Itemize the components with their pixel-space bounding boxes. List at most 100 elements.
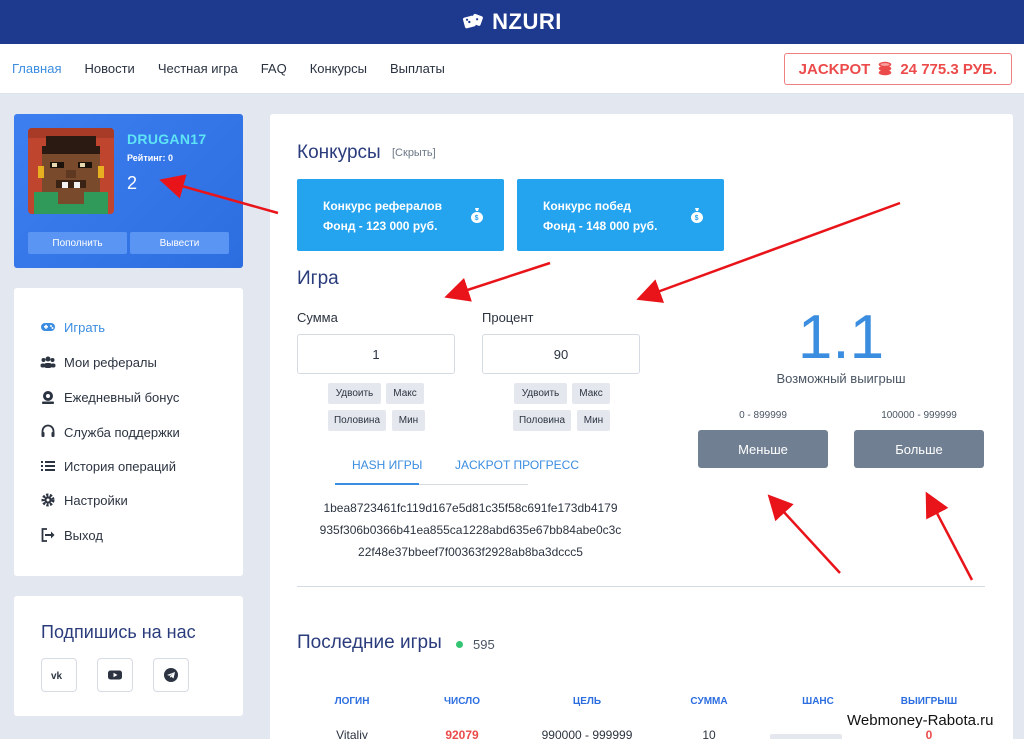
percent-max-chip[interactable]: Макс <box>572 383 610 404</box>
money-bag-icon: $ <box>471 208 483 223</box>
menu-item-label: Мои рефералы <box>64 354 157 370</box>
social-title: Подпишись на нас <box>41 622 196 642</box>
contests-title: Конкурсы <box>297 142 381 163</box>
percent-half-chip[interactable]: Половина <box>513 410 571 431</box>
logout-icon <box>41 528 55 542</box>
headset-icon <box>41 424 55 437</box>
pixel-avatar-icon <box>28 128 114 214</box>
row-target: 990000 - 999999 <box>541 728 633 739</box>
nav-item-news[interactable]: Новости <box>84 61 134 76</box>
sum-input[interactable] <box>297 334 455 374</box>
sum-double-chip[interactable]: Удвоить <box>328 383 381 404</box>
hash-line: 22f48e37bbeef7f00363f2928ab8ba3dccc5 <box>358 545 583 559</box>
tab-hash[interactable]: HASH ИГРЫ <box>352 458 422 472</box>
win-multiplier: 1.1 <box>797 303 885 372</box>
svg-text:$: $ <box>475 215 479 222</box>
more-range: 100000 - 999999 <box>881 410 957 421</box>
nav-item-payouts[interactable]: Выплаты <box>390 61 445 76</box>
menu-item-support[interactable]: Служба поддержки <box>40 424 180 440</box>
telegram-icon <box>164 668 178 682</box>
avatar[interactable] <box>28 128 114 214</box>
svg-text:$: $ <box>695 215 699 222</box>
referral-contest-tile[interactable]: Конкурс рефералов Фонд - 123 000 руб. $ <box>297 179 504 251</box>
vk-icon: vk <box>51 671 63 682</box>
sum-min-chip[interactable]: Мин <box>392 410 425 431</box>
menu-item-history[interactable]: История операций <box>40 458 176 474</box>
game-hash: 1bea8723461fc119d167e5d81c35f58c691fe173… <box>298 497 643 563</box>
vk-button[interactable]: vk <box>41 658 77 692</box>
column-target: ЦЕЛЬ <box>572 696 602 707</box>
section-divider <box>297 586 985 587</box>
row-sum: 10 <box>702 728 716 739</box>
list-icon <box>41 461 55 471</box>
hide-contests-link[interactable]: [Скрыть] <box>392 147 436 159</box>
game-title: Игра <box>297 268 339 289</box>
menu-item-referrals[interactable]: Мои рефералы <box>40 354 157 370</box>
watermark: Webmoney-Rabota.ru <box>843 712 998 729</box>
top-header: NZURI <box>0 0 1024 44</box>
possible-win-label: Возможный выигрыш <box>776 371 906 386</box>
menu-item-label: Играть <box>64 319 105 335</box>
jackpot-label: JACKPOT <box>798 60 871 78</box>
svg-text:vk: vk <box>51 671 63 682</box>
nav-item-home[interactable]: Главная <box>12 61 61 76</box>
bet-more-button[interactable]: Больше <box>854 430 984 468</box>
main-panel: Конкурсы [Скрыть] Конкурс рефералов Фонд… <box>270 114 1013 739</box>
youtube-icon <box>108 670 122 680</box>
menu-item-label: Выход <box>64 527 103 543</box>
deposit-button[interactable]: Пополнить <box>28 232 127 254</box>
row-chance-bar <box>770 734 842 739</box>
column-chance: ШАНС <box>802 696 834 707</box>
money-bag-icon: $ <box>691 208 703 223</box>
menu-item-label: Настройки <box>64 492 128 508</box>
recent-games-title: Последние игры <box>297 632 442 653</box>
sum-half-chip[interactable]: Половина <box>328 410 386 431</box>
column-sum: СУММА <box>690 696 728 707</box>
jackpot-badge[interactable]: JACKPOT 24 775.3 РУБ. <box>783 53 1012 85</box>
menu-item-daily-bonus[interactable]: Ежедневный бонус <box>40 389 179 405</box>
menu-item-label: История операций <box>64 458 176 474</box>
nav-item-faq[interactable]: FAQ <box>261 61 287 76</box>
column-number: ЧИСЛО <box>444 696 480 707</box>
menu-item-settings[interactable]: Настройки <box>40 492 128 508</box>
user-balance: 2 <box>127 173 138 193</box>
gear-icon <box>41 493 55 507</box>
bet-less-button[interactable]: Меньше <box>698 430 828 468</box>
row-win: 0 <box>925 728 933 739</box>
dice-icon <box>463 13 484 29</box>
tab-jackpot-progress[interactable]: JACKPOT ПРОГРЕСС <box>455 458 579 472</box>
percent-double-chip[interactable]: Удвоить <box>514 383 567 404</box>
youtube-button[interactable] <box>97 658 133 692</box>
bonus-icon <box>42 391 54 404</box>
main-nav: Главная Новости Честная игра FAQ Конкурс… <box>0 44 1024 94</box>
coins-icon <box>879 61 892 76</box>
social-card: Подпишись на нас vk <box>14 596 243 716</box>
username[interactable]: DRUGAN17 <box>127 131 206 147</box>
hash-line: 935f306b0366b41ea855ca1228abd635e67bb84a… <box>319 523 622 537</box>
brand-logo[interactable]: NZURI <box>462 9 562 35</box>
wins-contest-tile[interactable]: Конкурс побед Фонд - 148 000 руб. $ <box>517 179 724 251</box>
brand-name: NZURI <box>492 9 562 34</box>
nav-item-fair-game[interactable]: Честная игра <box>158 61 238 76</box>
nav-item-contests[interactable]: Конкурсы <box>310 61 367 76</box>
column-win: ВЫИГРЫШ <box>900 696 958 707</box>
sum-max-chip[interactable]: Макс <box>386 383 424 404</box>
hash-line: 1bea8723461fc119d167e5d81c35f58c691fe173… <box>323 501 618 515</box>
menu-item-logout[interactable]: Выход <box>40 527 103 543</box>
menu-item-label: Служба поддержки <box>64 424 180 440</box>
recent-games-count: 595 <box>473 637 495 652</box>
percent-min-chip[interactable]: Мин <box>577 410 610 431</box>
gamepad-icon <box>41 323 55 331</box>
percent-label: Процент <box>482 310 534 325</box>
user-rating: Рейтинг: 0 <box>127 153 173 163</box>
percent-input[interactable] <box>482 334 640 374</box>
menu-item-play[interactable]: Играть <box>40 319 105 335</box>
telegram-button[interactable] <box>153 658 189 692</box>
less-range: 0 - 899999 <box>739 410 787 421</box>
profile-card: DRUGAN17 Рейтинг: 0 2 Пополнить Вывести <box>14 114 243 268</box>
column-login: ЛОГИН <box>334 696 370 707</box>
sum-label: Сумма <box>297 310 338 325</box>
withdraw-button[interactable]: Вывести <box>130 232 229 254</box>
jackpot-amount: 24 775.3 РУБ. <box>900 60 997 78</box>
row-login[interactable]: Vitaliy <box>297 728 407 739</box>
